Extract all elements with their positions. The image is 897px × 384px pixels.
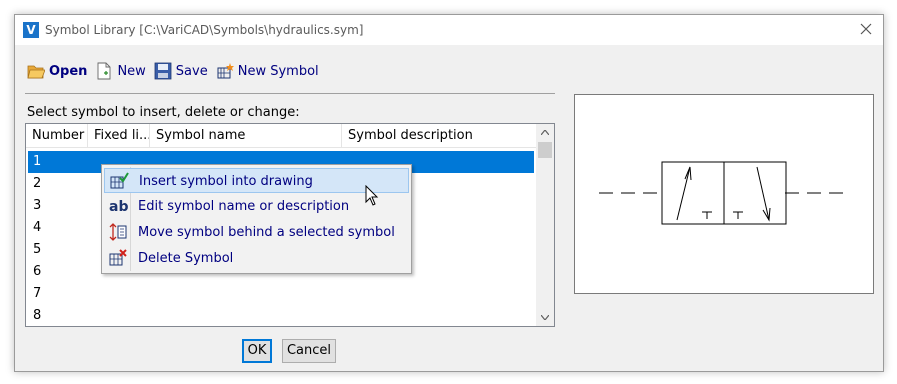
menu-item-delete-symbol[interactable]: Delete Symbol [104,246,409,271]
menu-item-label: Edit symbol name or description [138,199,350,214]
chevron-down-icon [540,314,550,321]
menu-item-insert-symbol[interactable]: Insert symbol into drawing [104,168,409,193]
column-header-symbol-name[interactable]: Symbol name [150,124,342,148]
new-symbol-label: New Symbol [237,63,319,79]
context-menu: Insert symbol into drawing ab Edit symbo… [101,164,412,274]
scroll-down-button[interactable] [536,309,554,326]
toolbar-separator [25,93,555,94]
menu-item-label: Move symbol behind a selected symbol [138,225,395,240]
varicad-logo-icon: V [23,22,39,38]
chevron-up-icon [540,129,550,136]
menu-item-label: Delete Symbol [138,251,234,266]
window-title: Symbol Library [C:\VariCAD\Symbols\hydra… [45,23,364,37]
save-button[interactable]: Save [154,62,208,80]
new-label: New [117,63,146,79]
new-file-icon [97,62,111,80]
table-row[interactable]: 8 [28,305,534,326]
ab-text-icon: ab [109,199,128,215]
open-label: Open [49,63,88,79]
symbol-library-dialog: V Symbol Library [C:\VariCAD\Symbols\hyd… [14,14,884,372]
column-header-number[interactable]: Number [26,124,88,148]
move-order-icon [109,223,127,241]
hydraulic-valve-symbol [599,161,843,225]
new-symbol-button[interactable]: New Symbol [216,62,319,80]
table-row[interactable]: 7 [28,283,534,305]
ok-button[interactable]: OK [242,339,272,363]
scroll-thumb[interactable] [538,142,552,158]
list-header: Number Fixed li... Symbol name Symbol de… [26,124,536,148]
save-label: Save [175,63,208,79]
floppy-save-icon [154,62,172,80]
new-symbol-icon [217,63,234,79]
symbol-preview [574,94,874,294]
svg-text:ab: ab [109,199,128,215]
list-prompt: Select symbol to insert, delete or chang… [27,105,300,120]
column-header-fixed[interactable]: Fixed li... [88,124,150,148]
new-button[interactable]: New [95,62,146,80]
mouse-cursor-icon [365,185,379,206]
menu-item-label: Insert symbol into drawing [139,174,313,189]
menu-item-move-symbol[interactable]: Move symbol behind a selected symbol [104,220,409,245]
cancel-button[interactable]: Cancel [282,339,336,363]
open-button[interactable]: Open [27,62,87,80]
folder-open-icon [27,65,45,79]
close-button[interactable] [857,21,875,39]
column-header-symbol-description[interactable]: Symbol description [342,124,536,148]
insert-symbol-icon [110,172,129,189]
delete-symbol-icon [109,249,127,266]
scroll-up-button[interactable] [536,124,554,141]
close-icon [860,23,872,35]
title-bar[interactable]: V Symbol Library [C:\VariCAD\Symbols\hyd… [15,15,883,45]
menu-item-edit-symbol[interactable]: ab Edit symbol name or description [104,194,409,219]
list-scrollbar[interactable] [536,124,554,326]
toolbar: Open New Save New Symbol [27,59,327,83]
